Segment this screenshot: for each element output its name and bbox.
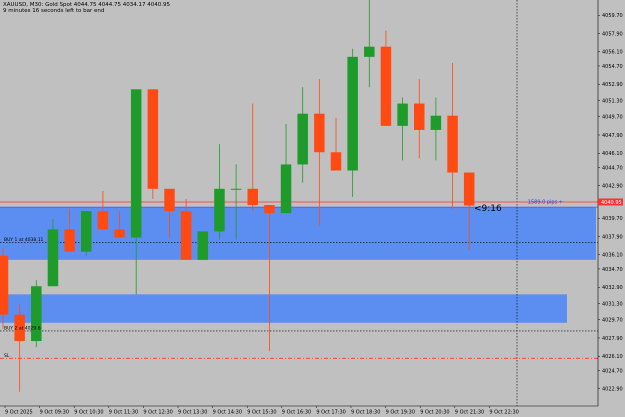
buy2-label: BUY 2 at 4029.6 [4,325,41,331]
time-tick-label: 9 Oct 17:30 [316,410,345,416]
price-tick-label: 4029.70 [602,318,623,324]
price-tick-label: 4027.90 [602,336,623,342]
price-tick-label: 4042.90 [602,184,623,190]
time-tick-label: 9 Oct 13:30 [178,410,207,416]
candle-body [414,103,425,130]
time-tick-label: 9 Oct 2025 [5,410,33,416]
price-tick-label: 4024.70 [602,368,623,374]
candle-body [447,115,458,173]
price-tick-label: 4026.10 [602,354,623,360]
candle-body [81,211,92,252]
candle-body [97,211,109,230]
candle-body [0,255,9,315]
candle-body [230,188,242,190]
price-tick-label: 4049.70 [602,115,623,121]
bar-timer-line: 9 minutes 16 seconds left to bar end [3,8,105,14]
candle-body [214,188,225,232]
price-tick-label: 4031.30 [602,301,623,307]
time-tick-label: 9 Oct 18:30 [351,410,380,416]
price-tick-label: 4044.70 [602,165,623,171]
sl-label: SL [4,353,10,359]
current-price-label: 4040.95 [601,200,622,206]
time-tick-label: 9 Oct 20:30 [420,410,449,416]
price-tick-label: 4032.90 [602,285,623,291]
time-tick-label: 9 Oct 12:30 [143,410,172,416]
candle-body [147,89,159,189]
price-tick-label: 4039.70 [602,216,623,222]
price-tick-label: 4037.90 [602,234,623,240]
candle-body [64,229,75,252]
candle-body [463,172,475,206]
support-zone-2 [0,294,567,323]
candle-body [197,231,209,260]
price-tick-label: 4052.90 [602,82,623,88]
time-tick-label: 9 Oct 19:30 [386,410,415,416]
price-tick-label: 4046.10 [602,151,623,157]
candle-body [247,188,258,206]
chart-window[interactable]: BUY 1 at 4038.11 BUY 2 at 4029.6 SL 1589.0 … [0,0,625,417]
candle-body [180,211,192,260]
price-tick-label: 4036.10 [602,253,623,259]
price-chart[interactable]: BUY 1 at 4038.11 BUY 2 at 4029.6 SL 1589.0 … [0,0,625,417]
candle-body [280,164,292,214]
candle-body [380,46,392,126]
price-tick-label: 4051.30 [602,98,623,104]
candle-body [430,115,442,130]
candle-body [347,56,358,171]
buy1-label: BUY 1 at 4038.11 [4,237,44,243]
candle-body [31,286,42,342]
time-tick-label: 9 Oct 09:30 [40,410,69,416]
candle-body [330,152,342,171]
price-tick-label: 4056.10 [602,50,623,56]
candle-body [397,103,408,126]
candle-body [114,229,125,238]
price-tick-label: 4054.70 [602,64,623,70]
time-tick-label: 9 Oct 22:30 [489,410,518,416]
price-tick-label: 4034.70 [602,267,623,273]
candle-body [364,46,375,57]
candle-body [264,205,275,214]
price-tick-label: 4057.90 [602,31,623,37]
time-tick-label: 9 Oct 11:30 [109,410,138,416]
candle-body [130,89,142,238]
time-tick-label: 9 Oct 16:30 [282,410,311,416]
time-tick-label: 9 Oct 21:30 [455,410,484,416]
time-tick-label: 9 Oct 15:30 [247,410,276,416]
time-tick-label: 9 Oct 10:30 [74,410,103,416]
bid-pips-label: 1589.0 pips + [528,199,563,205]
candle-body [297,113,308,165]
price-tick-label: 4022.90 [602,387,623,393]
price-tick-label: 4059.70 [602,13,623,19]
time-tick-label: 9 Oct 14:30 [213,410,242,416]
candle-body [47,229,59,287]
candle-body [164,188,175,212]
countdown-label: <9:16 [474,204,502,214]
price-tick-label: 4047.90 [602,133,623,139]
candle-body [314,113,325,153]
